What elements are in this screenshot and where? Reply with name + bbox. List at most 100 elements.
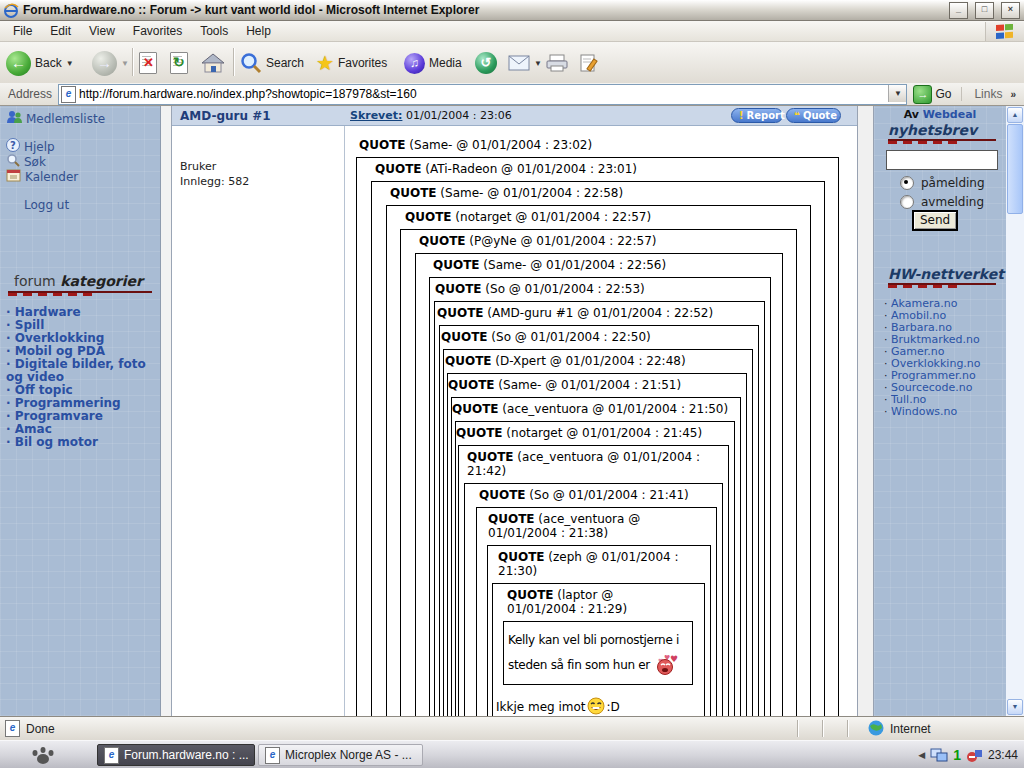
refresh-button[interactable]: ↻ xyxy=(170,47,188,79)
tray-badge-icon[interactable]: 1 xyxy=(953,747,961,763)
right-sidebar: Av Webdeal nyhetsbrev påmelding avmeldin… xyxy=(874,106,1006,716)
quote-box: QUOTE (zeph @ 01/01/2004 : 21:30)QUOTE (… xyxy=(487,545,711,716)
links-chevron-icon[interactable]: » xyxy=(1010,89,1022,100)
mail-icon xyxy=(508,55,530,71)
home-button[interactable] xyxy=(201,47,225,79)
sidebar-item-hjelp[interactable]: ?Hjelp xyxy=(6,139,160,154)
sidebar-category-digitalebilderfotoogvideo[interactable]: Digitale bilder, foto og video xyxy=(0,358,160,384)
address-bar: Address e http://forum.hardware.no/index… xyxy=(0,83,1024,106)
quote-box: QUOTE (laptor @ 01/01/2004 : 21:29)Kelly… xyxy=(492,583,705,716)
radio-avmelding[interactable] xyxy=(900,195,914,209)
history-icon: ↺ xyxy=(475,52,497,74)
sidebar-item-medlemsliste[interactable]: Medlemsliste xyxy=(6,111,160,126)
close-button[interactable]: × xyxy=(1001,2,1020,19)
sidebar-item-kalender[interactable]: Kalender xyxy=(6,169,160,184)
radio-paamelding[interactable] xyxy=(900,176,914,190)
network-link-windowsno[interactable]: Windows.no xyxy=(884,406,1006,418)
media-button[interactable]: ♫ Media xyxy=(404,47,462,79)
quote-header: QUOTE (Same- @ 01/01/2004 : 22:56) xyxy=(433,258,782,272)
zone-label: Internet xyxy=(890,722,931,736)
taskbar-button-2[interactable]: eMicroplex Norge AS - ... xyxy=(258,744,423,766)
post-user-column: Bruker Innlegg: 582 xyxy=(172,126,345,716)
media-label: Media xyxy=(429,56,462,70)
edit-button[interactable] xyxy=(580,47,600,79)
search-button[interactable]: Search xyxy=(240,47,304,79)
maximize-button[interactable]: □ xyxy=(975,2,994,19)
taskbar-clock[interactable]: 23:44 xyxy=(988,748,1018,762)
paw-icon[interactable] xyxy=(30,745,56,765)
menu-help[interactable]: Help xyxy=(237,22,280,40)
scroll-down-icon[interactable]: ▼ xyxy=(1007,699,1023,715)
webdeal-link[interactable]: Webdeal xyxy=(923,108,977,121)
report-icon: ! xyxy=(739,110,744,121)
scroll-up-icon[interactable]: ▲ xyxy=(1007,107,1023,123)
written-link[interactable]: Skrevet: xyxy=(350,109,402,122)
heading-rule xyxy=(8,291,152,293)
menu-edit[interactable]: Edit xyxy=(41,22,80,40)
newsletter-input[interactable] xyxy=(886,150,998,170)
sidebar-item-sk[interactable]: Søk xyxy=(6,154,160,169)
search-label: Search xyxy=(266,56,304,70)
radio-row-on[interactable]: påmelding xyxy=(900,176,985,190)
mail-button[interactable]: ▼ xyxy=(508,47,542,79)
user-title: Bruker xyxy=(180,160,216,173)
back-button[interactable]: ← Back ▼ xyxy=(6,47,74,79)
go-button[interactable]: → Go xyxy=(907,85,957,104)
media-icon: ♫ xyxy=(404,53,425,74)
menu-view[interactable]: View xyxy=(80,22,124,40)
quote-button[interactable]: ❝Quote xyxy=(786,108,841,123)
back-dropdown-icon[interactable]: ▼ xyxy=(66,59,74,68)
links-label[interactable]: Links xyxy=(961,87,1010,101)
history-button[interactable]: ↺ xyxy=(475,47,497,79)
favorites-button[interactable]: ★ Favorites xyxy=(316,47,387,79)
quote-box: QUOTE (ace_ventuora @ 01/01/2004 : 21:38… xyxy=(476,507,717,716)
report-button[interactable]: !Report xyxy=(731,108,783,123)
radio-on-label: påmelding xyxy=(921,176,985,190)
tray-app-icon[interactable] xyxy=(966,748,983,763)
sidebar-item-label[interactable]: Hjelp xyxy=(24,140,55,154)
forward-icon: → xyxy=(92,51,117,76)
quote-box: QUOTE (Same- @ 01/01/2004 : 21:51)QUOTE … xyxy=(447,373,747,716)
status-bar: e Done Internet xyxy=(0,716,1024,740)
quote-box: QUOTE (ace_ventuora @ 01/01/2004 : 21:50… xyxy=(451,397,741,716)
menu-favorites[interactable]: Favorites xyxy=(124,22,191,40)
main-frame: AMD-guru #1 Skrevet: 01/01/2004 : 23:06 … xyxy=(172,106,857,716)
menu-file[interactable]: File xyxy=(4,22,41,40)
sidebar-item-label[interactable]: Kalender xyxy=(25,170,78,184)
address-dropdown-icon[interactable]: ▼ xyxy=(888,85,906,102)
by-label: Av xyxy=(904,108,919,121)
stop-button[interactable]: ✕ xyxy=(139,47,157,79)
left-frame-scrollbar[interactable] xyxy=(160,106,172,716)
grin-emoticon xyxy=(587,697,606,716)
quote-header: QUOTE (Same- @ 01/01/2004 : 23:02) xyxy=(359,138,857,152)
window-title: Forum.hardware.no :: Forum -> kurt vant … xyxy=(23,3,942,17)
page-icon: e xyxy=(61,86,76,103)
scrollbar-thumb[interactable] xyxy=(1007,124,1023,214)
radio-row-off[interactable]: avmelding xyxy=(900,195,984,209)
menu-tools[interactable]: Tools xyxy=(191,22,237,40)
quote-header: QUOTE (ace_ventuora @ 01/01/2004 : 21:38… xyxy=(488,512,658,540)
sidebar-item-label[interactable]: Logg ut xyxy=(24,198,69,212)
send-button[interactable]: Send xyxy=(912,210,958,231)
address-input[interactable]: e http://forum.hardware.no/index.php?sho… xyxy=(58,84,907,105)
print-button[interactable] xyxy=(546,47,568,79)
mail-dropdown-icon[interactable]: ▼ xyxy=(534,59,542,68)
quote-area: QUOTE (Same- @ 01/01/2004 : 23:02) QUOTE … xyxy=(346,126,857,716)
home-icon xyxy=(201,52,225,74)
forward-button[interactable]: → ▼ xyxy=(92,47,129,79)
sidebar-category-bilogmotor[interactable]: Bil og motor xyxy=(0,436,160,449)
sidebar-item-loggut[interactable]: Logg ut xyxy=(6,197,160,212)
right-frame-scrollbar[interactable]: ▲ ▼ xyxy=(1006,106,1024,716)
tray-collapse-icon[interactable]: ◀ xyxy=(918,750,925,760)
sidebar-item-label[interactable]: Søk xyxy=(24,155,46,169)
minimize-button[interactable]: _ xyxy=(949,2,968,19)
category-list: HardwareSpillOverklokkingMobil og PDADig… xyxy=(0,306,160,449)
post-reply-text: Ikkje meg imot :D xyxy=(496,697,704,716)
wub-emoticon: ♥♥♥ xyxy=(654,658,678,672)
main-frame-scrollbar[interactable] xyxy=(857,106,874,716)
taskbar-button-1[interactable]: eForum.hardware.no : ... xyxy=(97,744,255,766)
network-heading: HW-nettverket xyxy=(888,266,1004,282)
sidebar-item-label[interactable]: Medlemsliste xyxy=(26,112,105,126)
network-tray-icon[interactable] xyxy=(930,748,948,763)
post-author[interactable]: AMD-guru #1 xyxy=(180,109,271,123)
